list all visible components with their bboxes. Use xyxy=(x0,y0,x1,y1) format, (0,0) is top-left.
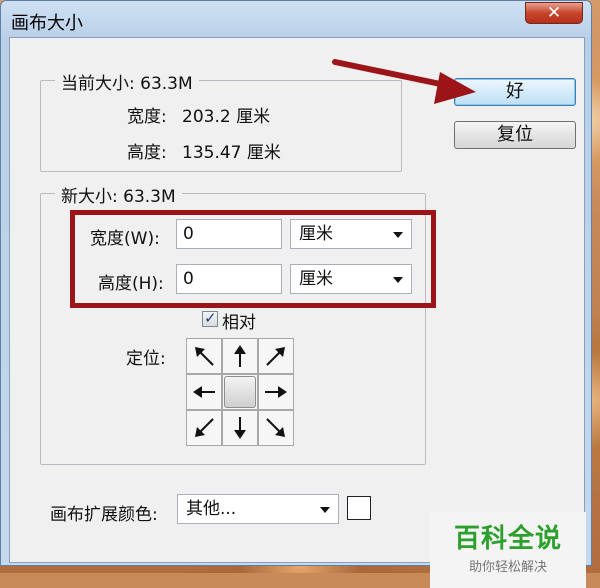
annotation-arrow xyxy=(332,59,476,104)
